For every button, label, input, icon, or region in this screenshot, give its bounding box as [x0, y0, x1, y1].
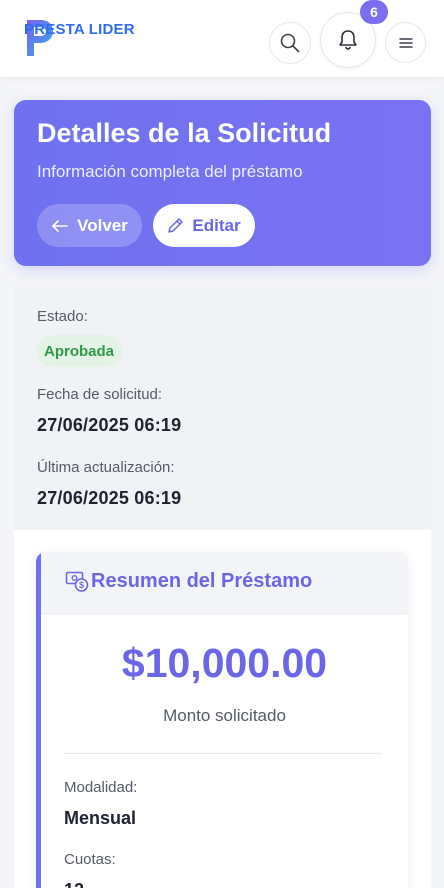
status-badge: Aprobada: [36, 335, 122, 367]
menu-icon: [398, 37, 413, 48]
loan-summary-header: $ Resumen del Préstamo: [41, 552, 408, 614]
page-subtitle: Información completa del préstamo: [37, 162, 303, 181]
installments-label: Cuotas:: [64, 851, 116, 868]
divider: [64, 753, 382, 754]
updated-date-value: 27/06/2025 06:19: [37, 488, 182, 508]
arrow-left-icon: [52, 219, 68, 232]
request-date-label: Fecha de solicitud:: [37, 386, 163, 403]
money-bill-icon: $: [65, 571, 89, 592]
modality-value: Mensual: [64, 808, 137, 828]
updated-date-label: Última actualización:: [37, 459, 175, 476]
back-button-label: Volver: [77, 215, 128, 235]
page-header-card: Detalles de la Solicitud Información com…: [14, 100, 431, 266]
search-icon: [280, 33, 300, 53]
pencil-icon: [168, 218, 184, 233]
brand-name-part1: PRESTA: [24, 21, 85, 38]
modality-label: Modalidad:: [64, 779, 138, 796]
edit-button-label: Editar: [192, 215, 241, 235]
search-button[interactable]: [269, 22, 311, 64]
request-date-value: 27/06/2025 06:19: [37, 415, 182, 435]
brand-name-part2: LIDER: [88, 21, 135, 38]
page-title: Detalles de la Solicitud: [37, 118, 332, 148]
loan-amount-label: Monto solicitado: [163, 706, 286, 725]
loan-summary-section: $ Resumen del Préstamo $10,000.00 Monto …: [14, 530, 431, 888]
bell-icon: [339, 30, 357, 50]
back-button[interactable]: Volver: [37, 204, 142, 247]
loan-summary-title: Resumen del Préstamo: [91, 570, 313, 592]
notification-badge: 6: [360, 0, 388, 24]
request-info-panel: Estado: Aprobada Fecha de solicitud: 27/…: [14, 288, 431, 530]
status-label: Estado:: [37, 308, 88, 325]
installments-value: 12: [64, 880, 84, 888]
edit-button[interactable]: Editar: [153, 204, 255, 247]
loan-summary-card: $ Resumen del Préstamo $10,000.00 Monto …: [36, 552, 408, 888]
svg-text:$: $: [79, 580, 84, 590]
loan-amount: $10,000.00: [121, 640, 328, 686]
brand-name: PRESTA LIDER: [24, 21, 135, 38]
menu-button[interactable]: [385, 22, 426, 63]
